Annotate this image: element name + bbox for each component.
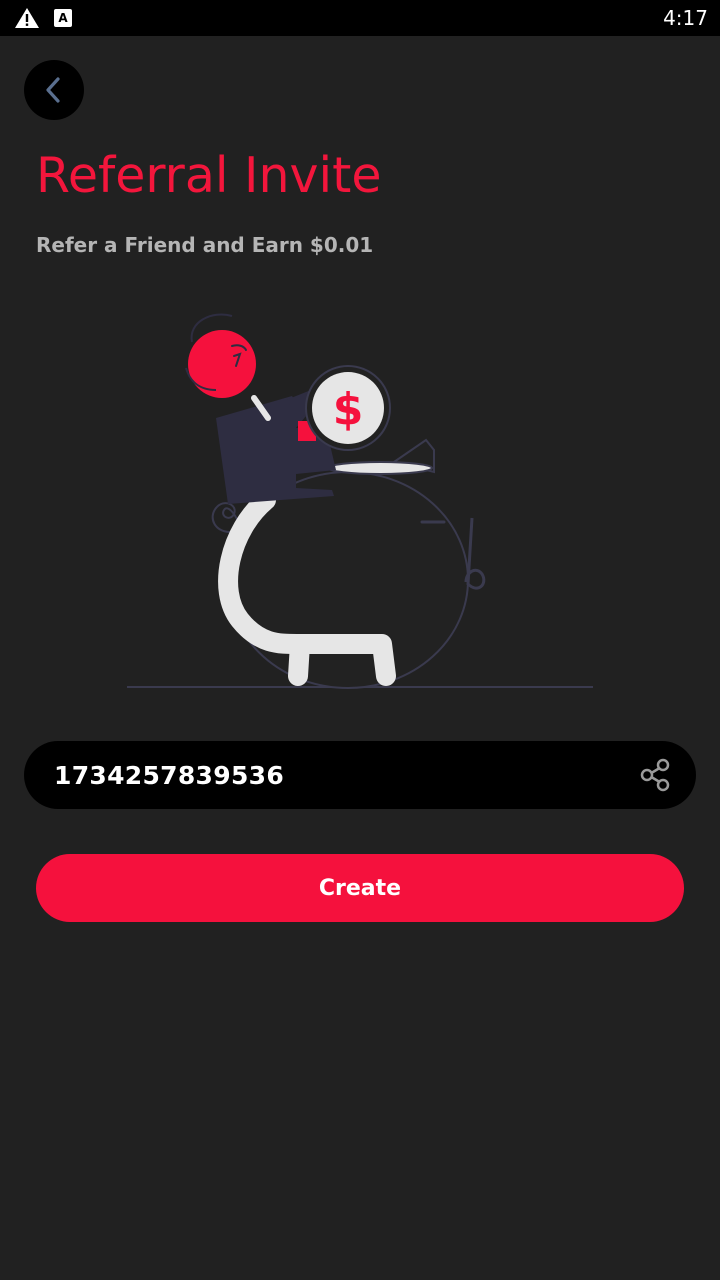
create-button[interactable]: Create [36, 854, 684, 922]
page-subtitle: Refer a Friend and Earn $0.01 [36, 233, 374, 257]
coin-dollar-symbol: $ [333, 384, 364, 435]
share-icon [640, 758, 670, 792]
status-time: 4:17 [663, 6, 708, 30]
app-notification-icon: A [54, 9, 72, 27]
alert-icon [15, 8, 39, 28]
referral-code-value: 1734257839536 [54, 761, 285, 790]
piggy-bank-illustration: $ [127, 313, 593, 689]
back-button[interactable] [24, 60, 84, 120]
page-title: Referral Invite [36, 147, 382, 204]
status-bar: A 4:17 [0, 0, 720, 36]
share-button[interactable] [638, 757, 674, 793]
referral-code-field[interactable]: 1734257839536 [24, 741, 696, 809]
chevron-left-icon [46, 77, 60, 103]
